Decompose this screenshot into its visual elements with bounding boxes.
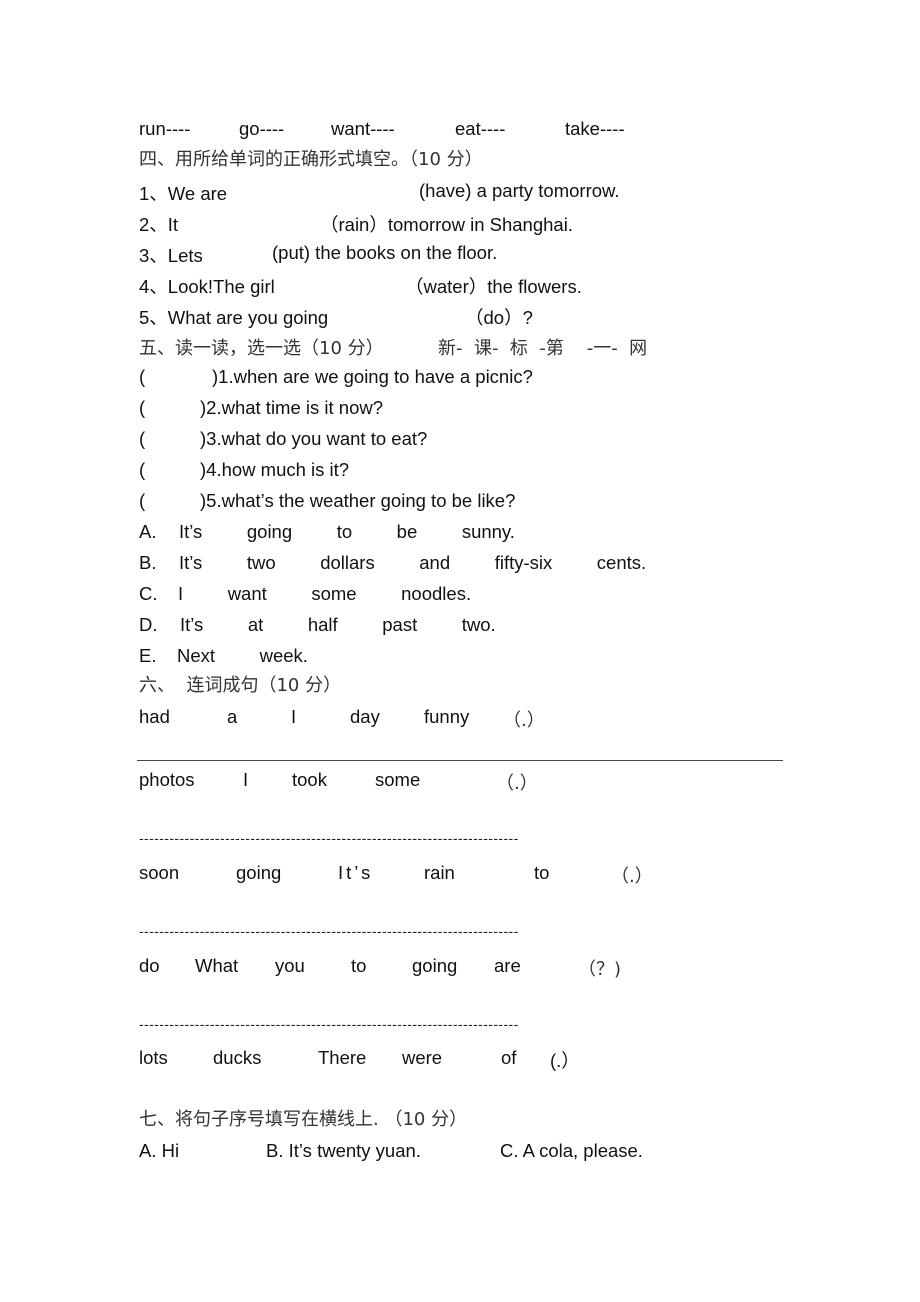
answer-paren: ( [139,490,146,511]
answer-dash-line: ----------------------------------------… [139,830,519,846]
answer-paren: ( [139,397,146,418]
item-suffix: （do）? [465,307,533,328]
item-suffix: (put) the books on the floor. [272,242,498,263]
answer-paren: ( [139,428,146,449]
punctuation: (.） [550,1050,580,1071]
section7-heading: 七、将句子序号填写在横线上. （10 分） [139,1109,468,1130]
item-suffix: （water）the flowers. [405,276,582,297]
option-letter: B. [139,552,157,573]
question-text: )4.how much is it? [200,459,350,480]
word: going [412,955,458,976]
item-suffix: （rain）tomorrow in Shanghai. [320,214,573,235]
answer-line [137,760,783,761]
word: day [350,706,380,727]
word: What [195,955,239,976]
word: There [318,1047,367,1068]
option-a: A. Hi [139,1140,180,1161]
word: took [292,769,327,790]
verb-run: run---- [139,118,191,139]
option-letter: E. [139,645,157,666]
word: funny [424,706,470,727]
question-text: )5.what’s the weather going to be like? [200,490,516,511]
word: had [139,706,170,727]
answer-dash-line: ----------------------------------------… [139,1016,519,1032]
option-text: I want some noodles. [178,583,472,604]
item-prefix: 3、Lets [139,245,203,266]
answer-dash-line: ----------------------------------------… [139,923,519,939]
question-text: )2.what time is it now? [200,397,384,418]
item-prefix: 4、Look!The girl [139,276,275,297]
verb-take: take---- [565,118,625,139]
watermark-text: 新- 课- 标 -第 -一- 网 [438,338,648,359]
word: are [494,955,521,976]
punctuation: （.） [496,773,538,794]
verb-eat: eat---- [455,118,506,139]
option-text: It’s two dollars and fifty-six cents. [179,552,647,573]
punctuation: （.） [503,710,545,731]
section6-heading: 六、 连词成句（10 分） [139,675,342,696]
word: to [351,955,367,976]
option-text: Next week. [177,645,308,666]
word: going [236,862,282,883]
question-text: )3.what do you want to eat? [200,428,428,449]
word: soon [139,862,180,883]
question-text: )1.when are we going to have a picnic? [212,366,533,387]
word: to [534,862,550,883]
item-prefix: 2、It [139,214,179,235]
section4-heading: 四、用所给单词的正确形式填空。（10 分） [139,149,483,170]
option-text: It’s going to be sunny. [179,521,515,542]
verb-want: want---- [331,118,395,139]
option-letter: D. [139,614,158,635]
word: a [227,706,238,727]
item-prefix: 1、We are [139,183,228,204]
word: It’s [338,862,374,883]
word: I [291,706,297,727]
word: were [402,1047,443,1068]
word: ducks [213,1047,262,1068]
word: do [139,955,160,976]
word: of [501,1047,517,1068]
punctuation: （？) [578,959,622,980]
word: you [275,955,305,976]
option-b: B. It’s twenty yuan. [266,1140,421,1161]
answer-paren: ( [139,366,146,387]
item-suffix: (have) a party tomorrow. [419,180,620,201]
word: I [243,769,249,790]
item-prefix: 5、What are you going [139,307,329,328]
punctuation: （.） [611,866,653,887]
option-letter: C. [139,583,158,604]
option-c: C. A cola, please. [500,1140,643,1161]
word: lots [139,1047,168,1068]
word: photos [139,769,195,790]
option-letter: A. [139,521,157,542]
option-text: It’s at half past two. [180,614,496,635]
section5-heading: 五、读一读，选一选（10 分） [139,338,384,359]
word: rain [424,862,455,883]
verb-go: go---- [239,118,285,139]
answer-paren: ( [139,459,146,480]
word: some [375,769,421,790]
